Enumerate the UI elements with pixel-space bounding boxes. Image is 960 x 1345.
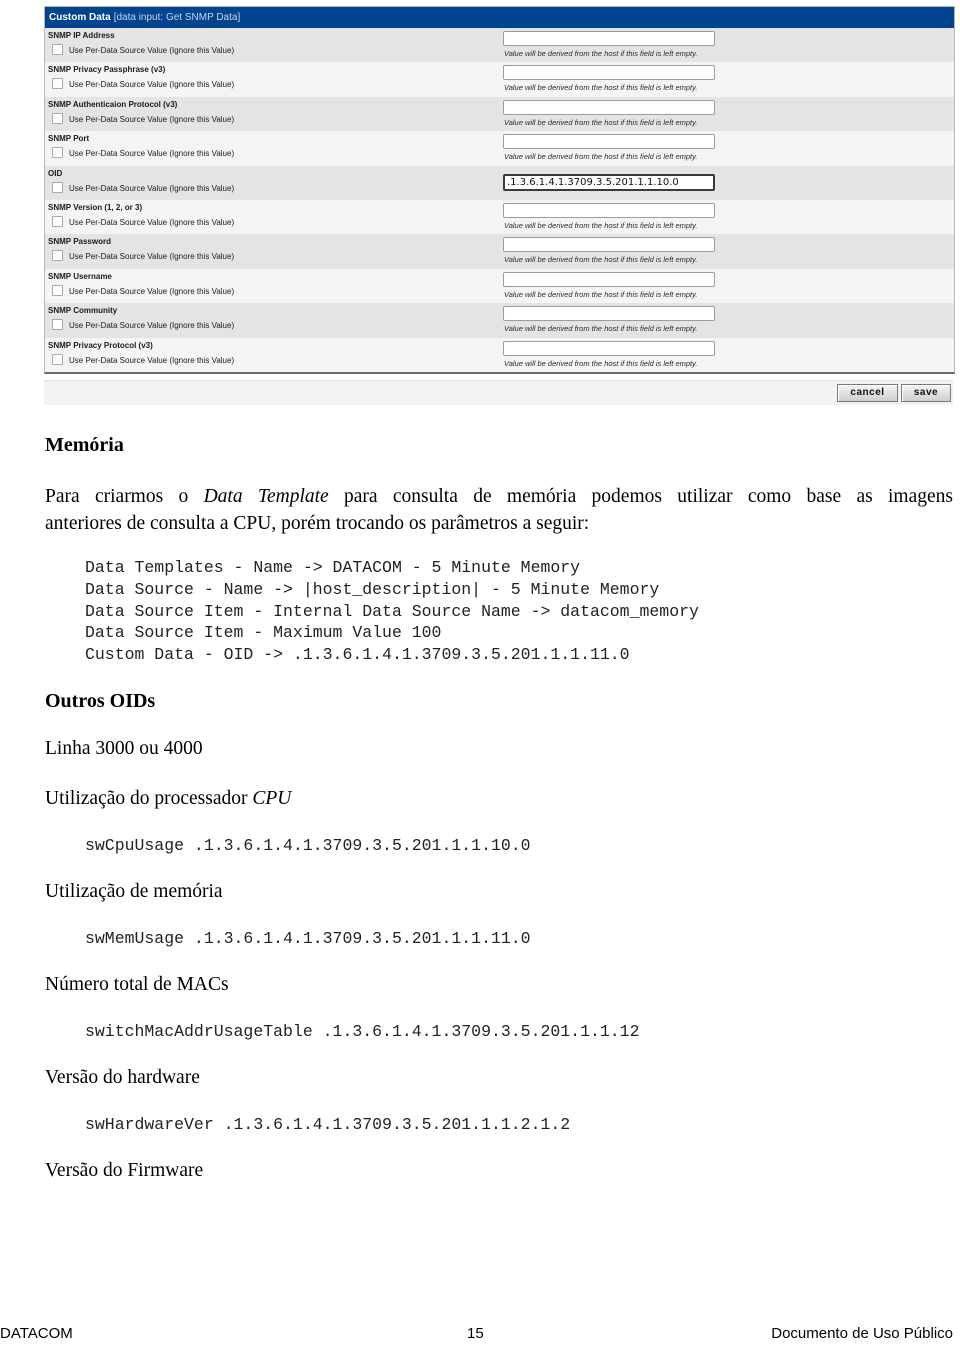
form-header: Custom Data [data input: Get SNMP Data] [45, 7, 954, 28]
checkbox-label: Use Per-Data Source Value (Ignore this V… [69, 80, 235, 90]
field-label: SNMP Password [48, 237, 111, 247]
field-input[interactable] [503, 134, 715, 150]
field-hint: Value will be derived from the host if t… [504, 83, 698, 93]
mac-oid: switchMacAddrUsageTable .1.3.6.1.4.1.370… [85, 1022, 640, 1041]
form-rows: SNMP IP Address Use Per-Data Source Value… [45, 28, 954, 372]
field-hint: Value will be derived from the host if t… [504, 358, 698, 368]
footer-company: DATACOM [0, 1325, 73, 1342]
fw-title: Versão do Firmware [45, 1160, 204, 1181]
field-label: SNMP Privacy Passphrase (v3) [48, 65, 166, 75]
field-input[interactable] [503, 99, 715, 115]
field-input[interactable] [503, 65, 715, 81]
field-hint: Value will be derived from the host if t… [504, 49, 698, 58]
form-header-title: Custom Data [49, 12, 111, 23]
cpu-title-text: Utilização do processador [45, 788, 253, 809]
form-row: SNMP Community Use Per-Data Source Value … [45, 303, 954, 338]
hw-oid: swHardwareVer .1.3.6.1.4.1.3709.3.5.201.… [85, 1115, 571, 1134]
checkbox-label: Use Per-Data Source Value (Ignore this V… [69, 355, 235, 365]
field-label: SNMP Version (1, 2, or 3) [48, 202, 143, 212]
field-label: SNMP Privacy Protocol (v3) [48, 340, 153, 350]
field-input[interactable] [503, 31, 715, 46]
field-label: SNMP Username [48, 271, 112, 281]
mac-title: Número total de MACs [45, 974, 229, 995]
mem-oid: swMemUsage .1.3.6.1.4.1.3709.3.5.201.1.1… [85, 929, 531, 948]
field-input[interactable] [503, 271, 715, 287]
checkbox-label: Use Per-Data Source Value (Ignore this V… [69, 252, 235, 262]
field-label: SNMP Community [48, 306, 118, 316]
form-row: OID Use Per-Data Source Value (Ignore thi… [45, 165, 954, 200]
footer-page-number: 15 [467, 1325, 484, 1342]
intro-line-1: Para criarmos o Data Template para consu… [45, 483, 953, 510]
per-data-source-checkbox[interactable] [52, 112, 63, 124]
checkbox-label: Use Per-Data Source Value (Ignore this V… [69, 114, 235, 124]
field-hint: Value will be derived from the host if t… [504, 255, 698, 265]
intro-text-b: para consulta de memória podemos utiliza… [328, 486, 953, 507]
field-hint: Value will be derived from the host if t… [504, 152, 698, 162]
field-input[interactable] [503, 237, 715, 253]
parameters-code-block: Data Templates - Name -> DATACOM - 5 Min… [85, 557, 699, 666]
checkbox-label: Use Per-Data Source Value (Ignore this V… [69, 183, 235, 193]
param-line: Custom Data - OID -> .1.3.6.1.4.1.3709.3… [85, 645, 630, 665]
form-row: SNMP Port Use Per-Data Source Value (Igno… [45, 131, 954, 166]
hw-title: Versão do hardware [45, 1067, 200, 1088]
per-data-source-checkbox[interactable] [52, 250, 63, 262]
field-label: OID [48, 168, 63, 178]
cpu-title-italic: CPU [252, 788, 292, 809]
checkbox-label: Use Per-Data Source Value (Ignore this V… [69, 217, 235, 227]
per-data-source-checkbox[interactable] [52, 78, 63, 90]
checkbox-label: Use Per-Data Source Value (Ignore this V… [69, 321, 235, 331]
intro-paragraph: Para criarmos o Data Template para consu… [45, 483, 953, 537]
form-row: SNMP Username Use Per-Data Source Value (… [45, 268, 954, 304]
field-label: SNMP IP Address [48, 31, 115, 40]
intro-text-italic: Data Template [203, 486, 329, 507]
field-label: SNMP Authenticaion Protocol (v3) [48, 99, 178, 109]
per-data-source-checkbox[interactable] [52, 353, 63, 365]
checkbox-label: Use Per-Data Source Value (Ignore this V… [69, 286, 235, 296]
form-row: SNMP Privacy Protocol (v3) Use Per-Data S… [45, 337, 954, 372]
field-hint: Value will be derived from the host if t… [504, 220, 698, 230]
per-data-source-checkbox[interactable] [52, 215, 63, 227]
footer-classification: Documento de Uso Público [771, 1325, 953, 1342]
cancel-button[interactable]: cancel [837, 384, 898, 402]
section-heading-memoria: Memória [45, 434, 124, 456]
form-row: SNMP IP Address Use Per-Data Source Value… [45, 28, 954, 63]
per-data-source-checkbox[interactable] [52, 319, 63, 331]
cpu-title: Utilização do processador CPU [45, 788, 291, 810]
field-hint: Value will be derived from the host if t… [504, 324, 698, 334]
linha-label: Linha 3000 ou 4000 [45, 738, 203, 759]
field-input[interactable] [503, 202, 715, 218]
param-line: Data Templates - Name -> DATACOM - 5 Min… [85, 558, 581, 577]
field-input[interactable] [503, 340, 715, 356]
form-row: SNMP Privacy Passphrase (v3) Use Per-Data… [45, 62, 954, 97]
checkbox-label: Use Per-Data Source Value (Ignore this V… [69, 149, 235, 159]
intro-text-a: Para criarmos o [45, 486, 204, 507]
param-line: Data Source - Name -> |host_description|… [85, 579, 660, 599]
form-row: SNMP Version (1, 2, or 3) Use Per-Data So… [45, 199, 954, 235]
form-row: SNMP Authenticaion Protocol (v3) Use Per-… [45, 96, 954, 132]
param-line: Data Source Item - Maximum Value 100 [85, 623, 442, 643]
field-input[interactable]: .1.3.6.1.4.1.3709.3.5.201.1.1.10.0 [503, 173, 715, 191]
custom-data-form: Custom Data [data input: Get SNMP Data] S… [44, 6, 955, 374]
field-hint: Value will be derived from the host if t… [504, 289, 698, 299]
field-label: SNMP Port [48, 134, 90, 144]
form-actions-bar: cancel save [44, 380, 953, 405]
param-line: Data Source Item - Internal Data Source … [85, 601, 699, 621]
checkbox-label: Use Per-Data Source Value (Ignore this V… [69, 46, 235, 55]
field-hint: Value will be derived from the host if t… [504, 117, 698, 127]
per-data-source-checkbox[interactable] [52, 147, 63, 159]
field-input[interactable] [503, 306, 715, 322]
per-data-source-checkbox[interactable] [52, 181, 63, 193]
form-header-subtitle: [data input: Get SNMP Data] [113, 12, 241, 23]
form-row: SNMP Password Use Per-Data Source Value (… [45, 234, 954, 269]
intro-line-2: anteriores de consulta a CPU, porém troc… [45, 513, 590, 534]
per-data-source-checkbox[interactable] [52, 44, 63, 55]
mem-title: Utilização de memória [45, 881, 223, 902]
per-data-source-checkbox[interactable] [52, 284, 63, 296]
section-heading-outros-oids: Outros OIDs [45, 690, 156, 712]
save-button[interactable]: save [901, 384, 951, 402]
cpu-oid: swCpuUsage .1.3.6.1.4.1.3709.3.5.201.1.1… [85, 836, 531, 855]
